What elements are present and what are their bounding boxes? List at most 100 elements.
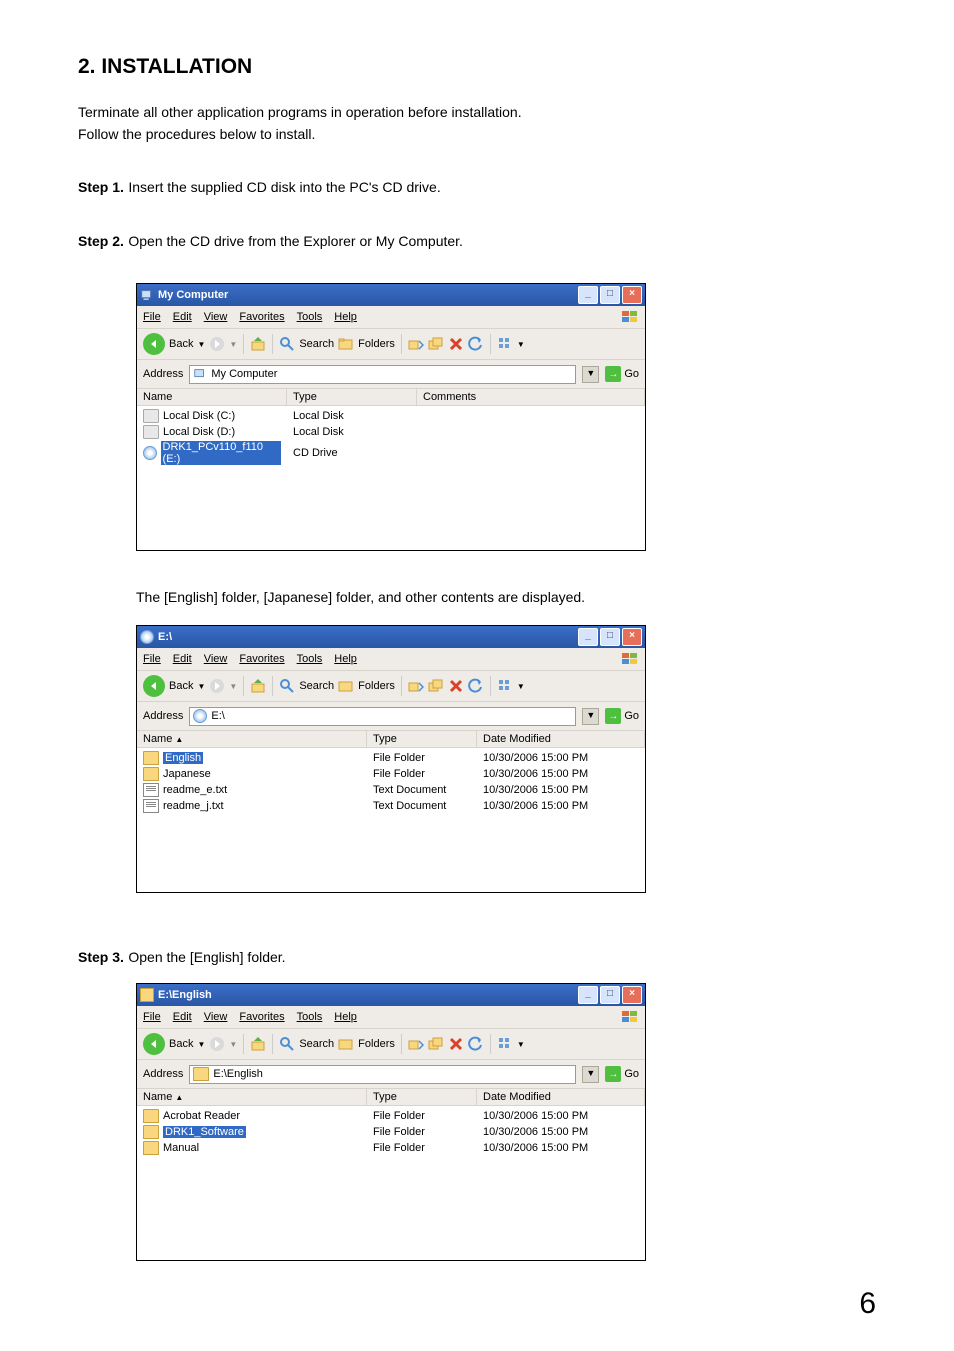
delete-icon[interactable] (448, 336, 464, 352)
window-title: E:\English (158, 989, 578, 1001)
menu-file[interactable]: File (143, 311, 161, 323)
menu-view[interactable]: View (204, 1011, 228, 1023)
move-to-icon[interactable] (408, 678, 424, 694)
forward-button[interactable] (209, 336, 225, 352)
views-icon[interactable] (497, 1036, 513, 1052)
col-name[interactable]: Name (137, 389, 287, 405)
undo-icon[interactable] (468, 1036, 484, 1052)
maximize-button[interactable]: □ (600, 986, 620, 1004)
delete-icon[interactable] (448, 678, 464, 694)
copy-to-icon[interactable] (428, 678, 444, 694)
back-button[interactable] (143, 333, 165, 355)
col-type[interactable]: Type (287, 389, 417, 405)
move-to-icon[interactable] (408, 1036, 424, 1052)
menu-view[interactable]: View (204, 311, 228, 323)
address-input[interactable]: E:\ (189, 707, 576, 726)
folders-label[interactable]: Folders (358, 338, 395, 350)
forward-button[interactable] (209, 1036, 225, 1052)
menu-help[interactable]: Help (334, 653, 357, 665)
back-button[interactable] (143, 675, 165, 697)
up-button[interactable] (250, 1036, 266, 1052)
address-input[interactable]: E:\English (189, 1065, 576, 1084)
views-icon[interactable] (497, 336, 513, 352)
search-icon[interactable] (279, 336, 295, 352)
col-type[interactable]: Type (367, 731, 477, 747)
menu-tools[interactable]: Tools (297, 653, 323, 665)
close-button[interactable]: × (622, 986, 642, 1004)
intro-line-2: Follow the procedures below to install. (78, 125, 876, 143)
search-icon[interactable] (279, 1036, 295, 1052)
minimize-button[interactable]: _ (578, 286, 598, 304)
menu-favorites[interactable]: Favorites (239, 311, 284, 323)
col-type[interactable]: Type (367, 1089, 477, 1105)
close-button[interactable]: × (622, 628, 642, 646)
move-to-icon[interactable] (408, 336, 424, 352)
list-item[interactable]: JapaneseFile Folder10/30/2006 15:00 PM (137, 766, 645, 782)
undo-icon[interactable] (468, 336, 484, 352)
section-heading: 2. INSTALLATION (78, 55, 876, 79)
address-icon (193, 709, 207, 723)
folders-label[interactable]: Folders (358, 1038, 395, 1050)
menu-favorites[interactable]: Favorites (239, 1011, 284, 1023)
back-button[interactable] (143, 1033, 165, 1055)
menu-tools[interactable]: Tools (297, 311, 323, 323)
search-icon[interactable] (279, 678, 295, 694)
address-dropdown[interactable]: ▼ (582, 708, 599, 725)
list-item[interactable]: DRK1_PCv110_f110 (E:)CD Drive (137, 440, 645, 466)
toolbar: Back ▼ ▼ Search Folders ▼ (137, 671, 645, 702)
list-item[interactable]: readme_j.txtText Document10/30/2006 15:0… (137, 798, 645, 814)
minimize-button[interactable]: _ (578, 628, 598, 646)
list-item[interactable]: Local Disk (C:)Local Disk (137, 408, 645, 424)
col-name[interactable]: Name ▲ (137, 731, 367, 747)
go-button[interactable]: →Go (605, 366, 639, 382)
copy-to-icon[interactable] (428, 336, 444, 352)
undo-icon[interactable] (468, 678, 484, 694)
list-item[interactable]: readme_e.txtText Document10/30/2006 15:0… (137, 782, 645, 798)
maximize-button[interactable]: □ (600, 628, 620, 646)
forward-button[interactable] (209, 678, 225, 694)
col-name[interactable]: Name ▲ (137, 1089, 367, 1105)
address-input[interactable]: My Computer (189, 365, 576, 384)
back-label[interactable]: Back (169, 680, 193, 692)
views-icon[interactable] (497, 678, 513, 694)
menu-file[interactable]: File (143, 653, 161, 665)
copy-to-icon[interactable] (428, 1036, 444, 1052)
back-label[interactable]: Back (169, 1038, 193, 1050)
minimize-button[interactable]: _ (578, 986, 598, 1004)
folders-label[interactable]: Folders (358, 680, 395, 692)
go-button[interactable]: →Go (605, 708, 639, 724)
maximize-button[interactable]: □ (600, 286, 620, 304)
up-button[interactable] (250, 336, 266, 352)
address-dropdown[interactable]: ▼ (582, 366, 599, 383)
search-label[interactable]: Search (299, 338, 334, 350)
menu-help[interactable]: Help (334, 1011, 357, 1023)
windows-flag-icon (621, 652, 639, 666)
col-comments[interactable]: Comments (417, 389, 645, 405)
go-button[interactable]: →Go (605, 1066, 639, 1082)
folders-icon[interactable] (338, 336, 354, 352)
back-label[interactable]: Back (169, 338, 193, 350)
folders-icon[interactable] (338, 1036, 354, 1052)
delete-icon[interactable] (448, 1036, 464, 1052)
list-item[interactable]: Local Disk (D:)Local Disk (137, 424, 645, 440)
list-item[interactable]: ManualFile Folder10/30/2006 15:00 PM (137, 1140, 645, 1156)
col-date[interactable]: Date Modified (477, 731, 645, 747)
search-label[interactable]: Search (299, 680, 334, 692)
menu-edit[interactable]: Edit (173, 311, 192, 323)
close-button[interactable]: × (622, 286, 642, 304)
address-dropdown[interactable]: ▼ (582, 1066, 599, 1083)
menu-tools[interactable]: Tools (297, 1011, 323, 1023)
search-label[interactable]: Search (299, 1038, 334, 1050)
col-date[interactable]: Date Modified (477, 1089, 645, 1105)
menu-edit[interactable]: Edit (173, 653, 192, 665)
folders-icon[interactable] (338, 678, 354, 694)
menu-help[interactable]: Help (334, 311, 357, 323)
up-button[interactable] (250, 678, 266, 694)
menu-file[interactable]: File (143, 1011, 161, 1023)
menu-favorites[interactable]: Favorites (239, 653, 284, 665)
menu-edit[interactable]: Edit (173, 1011, 192, 1023)
list-item[interactable]: EnglishFile Folder10/30/2006 15:00 PM (137, 750, 645, 766)
list-item[interactable]: DRK1_SoftwareFile Folder10/30/2006 15:00… (137, 1124, 645, 1140)
list-item[interactable]: Acrobat ReaderFile Folder10/30/2006 15:0… (137, 1108, 645, 1124)
menu-view[interactable]: View (204, 653, 228, 665)
